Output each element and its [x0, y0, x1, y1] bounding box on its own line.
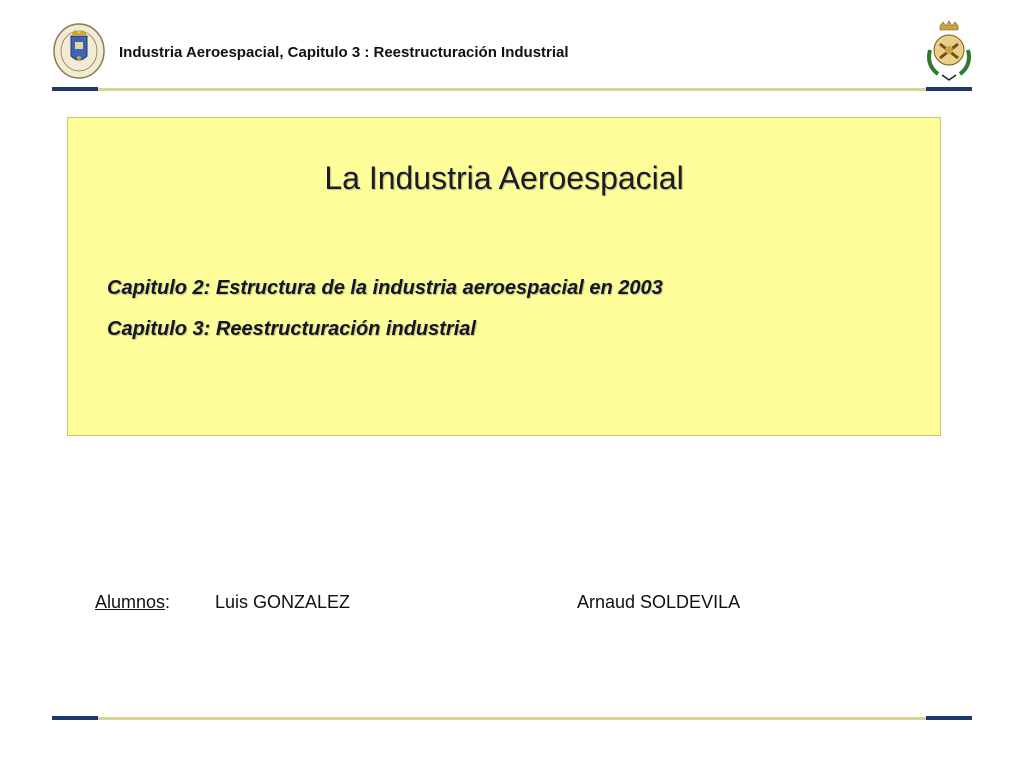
title-box: La Industria Aeroespacial Capitulo 2: Es…	[67, 117, 941, 436]
students-label: Alumnos:	[95, 592, 170, 613]
students-label-text: Alumnos	[95, 592, 166, 612]
slide: Industria Aeroespacial, Capitulo 3 : Ree…	[0, 0, 1024, 768]
footer-divider	[52, 716, 972, 720]
chapter-3-line: Capitulo 3: Reestructuración industrial	[107, 318, 476, 340]
header-divider	[52, 87, 972, 91]
student-name-2: Arnaud SOLDEVILA	[577, 592, 741, 612]
university-crest-icon	[52, 22, 106, 80]
students-label-separator: :	[165, 592, 171, 612]
student-name-1: Luis GONZALEZ	[215, 592, 351, 612]
chapter-2-line: Capitulo 2: Estructura de la industria a…	[107, 277, 663, 299]
engineering-school-emblem-icon	[920, 20, 978, 82]
header-title: Industria Aeroespacial, Capitulo 3 : Ree…	[119, 44, 569, 61]
main-title: La Industria Aeroespacial	[324, 160, 684, 196]
